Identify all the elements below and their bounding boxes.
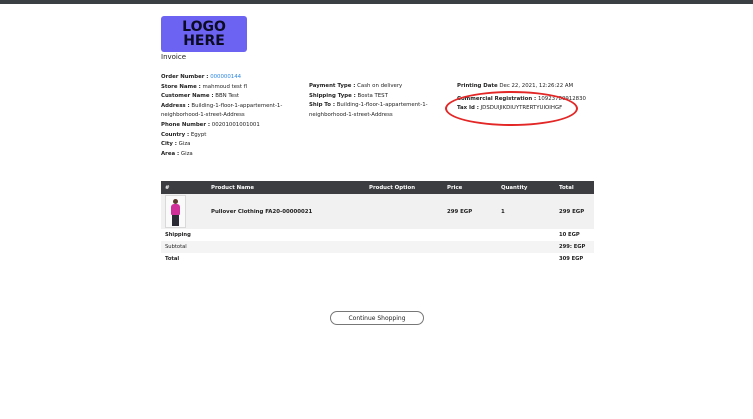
ship-to-line-2-row: neighborhood-1-street-Address <box>309 111 393 118</box>
col-header-total: Total <box>555 181 594 194</box>
total-summary-value: 309 EGP <box>559 256 584 262</box>
customer-name-row: Customer Name : BBN Test <box>161 92 282 102</box>
col-header-product-name: Product Name <box>207 181 365 194</box>
city-row: City : Giza <box>161 140 282 150</box>
shipping-type-label: Shipping Type : <box>309 92 356 99</box>
store-name-row: Store Name : mahmoud test fl <box>161 83 282 93</box>
city-value: Giza <box>178 141 191 148</box>
product-name-cell: Pullover Clothing FA20-00000021 <box>207 194 365 229</box>
country-value: Egypt <box>190 131 207 138</box>
shipping-type-value: Bosta TEST <box>357 92 388 99</box>
ship-to-row: Ship To : Building-1-floor-1-appartement… <box>309 101 428 111</box>
total-summary-label: Total <box>165 256 180 262</box>
printing-date-label: Printing Date <box>457 83 498 89</box>
table-header-row: # Product Name Product Option Price Quan… <box>161 181 594 194</box>
phone-label: Phone Number : <box>161 121 211 128</box>
product-thumbnail-cell <box>161 194 207 229</box>
address-row: Address : Building-1-floor-1-appartement… <box>161 102 282 112</box>
order-number-link[interactable]: 000000144 <box>210 74 241 80</box>
store-logo: LOGO HERE <box>161 16 247 52</box>
product-option-cell <box>365 194 443 229</box>
payment-type-row: Payment Type : Cash on delivery <box>309 82 428 92</box>
area-value: Giza <box>180 150 193 157</box>
table-row: Pullover Clothing FA20-00000021 299 EGP … <box>161 194 594 229</box>
col-header-price: Price <box>443 181 497 194</box>
ship-to-label: Ship To : <box>309 102 335 109</box>
shipping-summary-value: 10 EGP <box>559 232 580 238</box>
shipping-info: Payment Type : Cash on delivery Shipping… <box>309 82 428 120</box>
customer-name-value: BBN Test <box>215 93 240 100</box>
shipping-summary-row: Shipping 10 EGP <box>161 229 594 241</box>
product-image[interactable] <box>165 195 186 228</box>
product-price-cell: 299 EGP <box>443 194 497 229</box>
area-label: Area : <box>161 150 180 157</box>
products-table: # Product Name Product Option Price Quan… <box>161 181 594 265</box>
window-top-bar <box>0 0 753 4</box>
col-header-product-option: Product Option <box>365 181 443 194</box>
col-header-index: # <box>161 181 207 194</box>
product-total-cell: 299 EGP <box>555 194 594 229</box>
shipping-type-row: Shipping Type : Bosta TEST <box>309 92 428 102</box>
logo-line-1: LOGO <box>182 19 226 35</box>
col-header-quantity: Quantity <box>497 181 555 194</box>
printing-date-row: Printing Date Dec 22, 2021, 12:26:22 AM <box>457 82 586 92</box>
phone-row: Phone Number : 00201001001001 <box>161 121 282 131</box>
total-summary-row: Total 309 EGP <box>161 253 594 265</box>
payment-type-label: Payment Type : <box>309 83 356 89</box>
country-label: Country : <box>161 131 190 138</box>
invoice-title: Invoice <box>161 53 187 61</box>
phone-value: 00201001001001 <box>211 121 260 128</box>
subtotal-summary-row: Subtotal 299: EGP <box>161 241 594 253</box>
logo-line-2: HERE <box>183 33 225 49</box>
customer-name-label: Customer Name : <box>161 93 214 100</box>
product-quantity-cell: 1 <box>497 194 555 229</box>
subtotal-summary-label: Subtotal <box>161 241 555 253</box>
address-line-2-row: neighborhood-1-street-Address <box>161 112 245 119</box>
country-row: Country : Egypt <box>161 131 282 141</box>
subtotal-summary-value: 299: EGP <box>555 241 594 253</box>
area-row: Area : Giza <box>161 150 282 160</box>
address-line-1: Building-1-floor-1-appartement-1- <box>191 102 283 109</box>
payment-type-value: Cash on delivery <box>357 83 403 89</box>
printing-date-value: Dec 22, 2021, 12:26:22 AM <box>499 83 574 89</box>
customer-info: Order Number : 000000144 Store Name : ma… <box>161 73 282 159</box>
store-name-label: Store Name : <box>161 83 201 90</box>
order-number-label: Order Number : <box>161 74 209 80</box>
address-label: Address : <box>161 102 190 109</box>
order-number-row: Order Number : 000000144 <box>161 73 282 83</box>
shipping-summary-label: Shipping <box>165 232 191 238</box>
store-name-value: mahmoud test fl <box>202 83 248 90</box>
continue-shopping-button[interactable]: Continue Shopping <box>330 311 424 325</box>
ship-to-line-1: Building-1-floor-1-appartement-1- <box>336 102 428 109</box>
city-label: City : <box>161 141 177 148</box>
red-highlight-circle <box>445 91 578 126</box>
